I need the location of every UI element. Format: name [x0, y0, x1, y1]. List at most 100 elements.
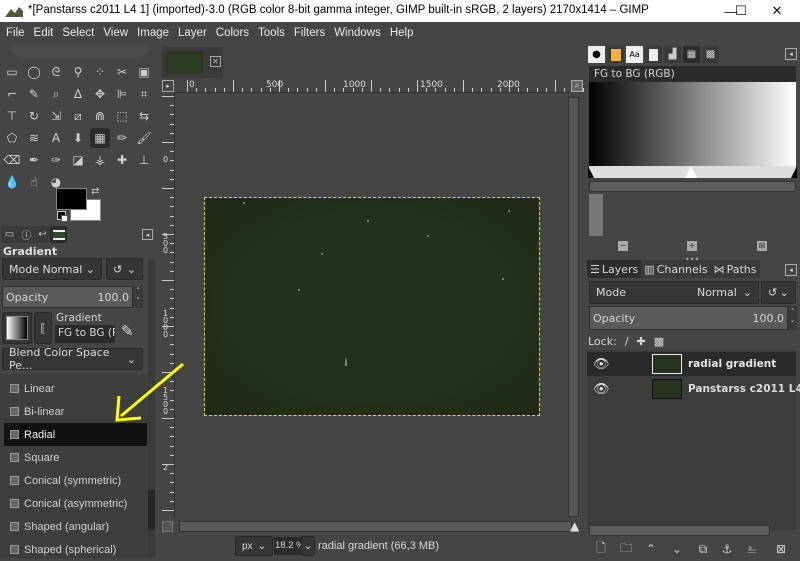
visibility-eye-icon[interactable]: 👁 [593, 357, 613, 372]
zoom-tool-icon[interactable]: ⌕ [46, 84, 66, 104]
left-stop-marker[interactable] [588, 166, 594, 178]
shape-option[interactable]: Radial [4, 423, 147, 446]
gradient-hscrollbar[interactable] [589, 181, 796, 192]
mode-reset-dropdown[interactable]: ↺ ⌄ [106, 258, 143, 280]
shape-option[interactable]: Bi-linear [4, 400, 147, 423]
layer-mode-dropdown[interactable]: Mode Normal ⌄ [589, 281, 759, 304]
undo-history-tab[interactable]: ↩ [34, 226, 51, 243]
new-layer-icon[interactable]: 🗋 [593, 541, 609, 557]
zoom-dropdown-button[interactable]: ⌄ [301, 536, 315, 556]
cage-tool-icon[interactable]: ⬠ [2, 128, 22, 148]
gradient-preview-button[interactable] [2, 312, 32, 344]
delete-layer-icon[interactable]: ⊠ [773, 541, 789, 557]
zoom-out-icon[interactable]: − [618, 241, 628, 251]
warp-tool-icon[interactable]: ⋒ [90, 106, 110, 126]
zoom-image-icon[interactable]: ⌕ [571, 80, 583, 92]
layer-opacity-spin-buttons[interactable]: ˄ ˅ [788, 306, 797, 330]
panel-menu-icon[interactable]: ◂ [142, 229, 153, 240]
palettes-tab[interactable]: ▩ [702, 46, 719, 63]
align-tool-icon[interactable]: ⊫ [112, 84, 132, 104]
device-status-tab[interactable]: ⓘ [18, 226, 35, 243]
opacity-spin-buttons[interactable]: ˄ ˅ [133, 286, 143, 308]
zoom-all-icon[interactable]: ⊞ [757, 241, 767, 251]
lock-pixels-icon[interactable]: ∕ [625, 335, 629, 348]
channels-tab[interactable]: ▥ Channels [641, 260, 711, 278]
reverse-gradient-button[interactable]: ⟦ [34, 312, 52, 344]
shape-option[interactable]: Linear [4, 377, 147, 400]
tool-options-tab[interactable]: ▭ [1, 226, 18, 243]
measure-tool-icon[interactable]: ∆ [68, 84, 88, 104]
zoom-field[interactable]: 18.2 % [274, 537, 301, 555]
shape-option[interactable]: Conical (symmetric) [4, 469, 147, 492]
visibility-eye-icon[interactable]: 👁 [593, 382, 613, 397]
gradient-name-field[interactable]: FG to BG (R [55, 325, 115, 343]
menu-view[interactable]: View [103, 27, 128, 39]
layer-row-selected[interactable]: 👁 radial gradient [587, 352, 796, 376]
gradient-vscrollbar-thumb[interactable] [589, 194, 603, 236]
tool-options-scrollbar[interactable] [148, 260, 155, 558]
rotate-tool-icon[interactable]: ↻ [24, 106, 44, 126]
close-tab-icon[interactable]: ✕ [210, 56, 221, 67]
layer-opacity-slider[interactable]: Opacity 100.0 [589, 306, 788, 330]
color-picker-tool-icon[interactable]: ✎ [24, 84, 44, 104]
shape-option[interactable]: Conical (asymmetric) [4, 492, 147, 515]
anchor-layer-icon[interactable]: ⚓ [719, 541, 735, 557]
gradient-stops-bar[interactable] [588, 166, 797, 178]
merge-layer-icon[interactable]: ⎁ [744, 541, 760, 557]
menu-edit[interactable]: Edit [34, 27, 54, 39]
raise-layer-icon[interactable]: ⌃ [643, 541, 659, 557]
airbrush-tool-icon[interactable]: ✒ [24, 150, 44, 170]
histogram-tab[interactable]: ▟ [664, 46, 681, 63]
layer-name[interactable]: Panstarss c2011 L4 [688, 383, 800, 395]
heal-tool-icon[interactable]: ✚ [112, 150, 132, 170]
reset-colors-icon-bg[interactable] [61, 215, 68, 222]
edit-gradient-icon[interactable]: ✎ [121, 322, 134, 340]
navigate-icon[interactable]: ▲ [570, 519, 579, 533]
brushes-tab[interactable]: ● [588, 46, 605, 63]
layers-hscrollbar[interactable] [589, 525, 770, 536]
swap-colors-icon[interactable]: ⇄ [91, 186, 99, 197]
blur-tool-icon[interactable]: 💧 [2, 172, 22, 192]
lower-layer-icon[interactable]: ⌄ [669, 541, 685, 557]
panel-menu-icon[interactable]: ◂ [785, 264, 797, 276]
foreground-select-tool-icon[interactable]: ▣ [134, 62, 154, 82]
perspective-clone-tool-icon[interactable]: ⊥ [134, 150, 154, 170]
clone-tool-icon[interactable]: ⚶ [90, 150, 110, 170]
fuzzy-select-tool-icon[interactable]: ⚲ [68, 62, 88, 82]
mode-dropdown[interactable]: Mode Normal ⌄ [2, 258, 102, 280]
shape-option[interactable]: Shaped (angular) [4, 515, 147, 538]
image-canvas[interactable] [204, 197, 540, 416]
perspective-tool-icon[interactable]: ⬚ [112, 106, 132, 126]
ink-tool-icon[interactable]: ✑ [46, 150, 66, 170]
gradient-tool-icon[interactable]: ▦ [90, 128, 110, 148]
mypaint-tool-icon[interactable]: ◪ [68, 150, 88, 170]
shear-tool-icon[interactable]: ⧄ [68, 106, 88, 126]
foreground-color-swatch-top[interactable] [56, 188, 87, 210]
panel-menu-icon[interactable]: ◂ [785, 48, 797, 60]
close-button[interactable]: ✕ [754, 0, 800, 22]
zoom-in-icon[interactable]: + [687, 241, 697, 251]
layer-row[interactable]: 👁 Panstarss c2011 L4 [587, 377, 800, 401]
canvas-viewport[interactable] [176, 94, 572, 518]
document-history-tab[interactable] [645, 46, 662, 63]
smudge-tool-icon[interactable]: ☝ [24, 172, 44, 192]
scissors-select-tool-icon[interactable]: ✂ [112, 62, 132, 82]
fonts-tab[interactable]: Aa [626, 46, 643, 63]
lock-alpha-icon[interactable]: ▩ [654, 335, 664, 348]
free-select-tool-icon[interactable]: ᘓ [46, 62, 66, 82]
menu-select[interactable]: Select [62, 27, 94, 39]
gradient-editor-preview[interactable] [589, 82, 796, 166]
text-tool-icon[interactable]: A [46, 128, 66, 148]
move-tool-icon[interactable]: ✥ [90, 84, 110, 104]
menu-tools[interactable]: Tools [258, 27, 285, 39]
menu-file[interactable]: File [6, 27, 25, 39]
gradients-tab[interactable]: ▦ [683, 46, 700, 63]
duplicate-layer-icon[interactable]: ⧉ [695, 541, 711, 557]
layer-mode-reset-dropdown[interactable]: ↺ ⌄ [761, 281, 796, 304]
by-color-select-tool-icon[interactable]: ⁘ [90, 62, 110, 82]
blend-color-space-dropdown[interactable]: Blend Color Space Pe... ⌄ [2, 346, 143, 372]
new-layer-group-icon[interactable]: 🗀 [618, 541, 634, 557]
menu-image[interactable]: Image [137, 27, 169, 39]
paths-tool-icon[interactable]: ⌐ [2, 84, 22, 104]
image-tab[interactable]: ✕ [162, 47, 223, 78]
